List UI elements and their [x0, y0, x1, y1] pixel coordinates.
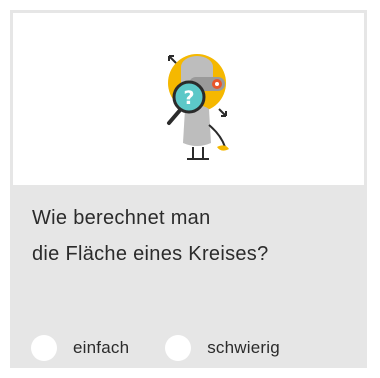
option-einfach[interactable]: einfach — [31, 335, 129, 361]
svg-text:?: ? — [183, 87, 194, 109]
question-line-1: Wie berechnet man — [32, 207, 211, 229]
difficulty-options: einfach schwierig — [31, 334, 280, 362]
question-text: Wie berechnet man die Fläche eines Kreis… — [32, 200, 352, 272]
question-card: ? Wie berechnet man die Fläche eines Kre… — [10, 10, 367, 368]
option-schwierig[interactable]: schwierig — [165, 335, 280, 361]
question-line-2: die Fläche eines Kreises? — [32, 243, 269, 265]
option-label-schwierig: schwierig — [207, 338, 280, 357]
radio-button-einfach[interactable] — [31, 335, 57, 361]
robot-detective-with-magnifier-icon: ? — [167, 54, 229, 160]
card-illustration-area: ? — [13, 13, 364, 185]
option-label-einfach: einfach — [73, 338, 130, 357]
radio-button-schwierig[interactable] — [165, 335, 192, 361]
